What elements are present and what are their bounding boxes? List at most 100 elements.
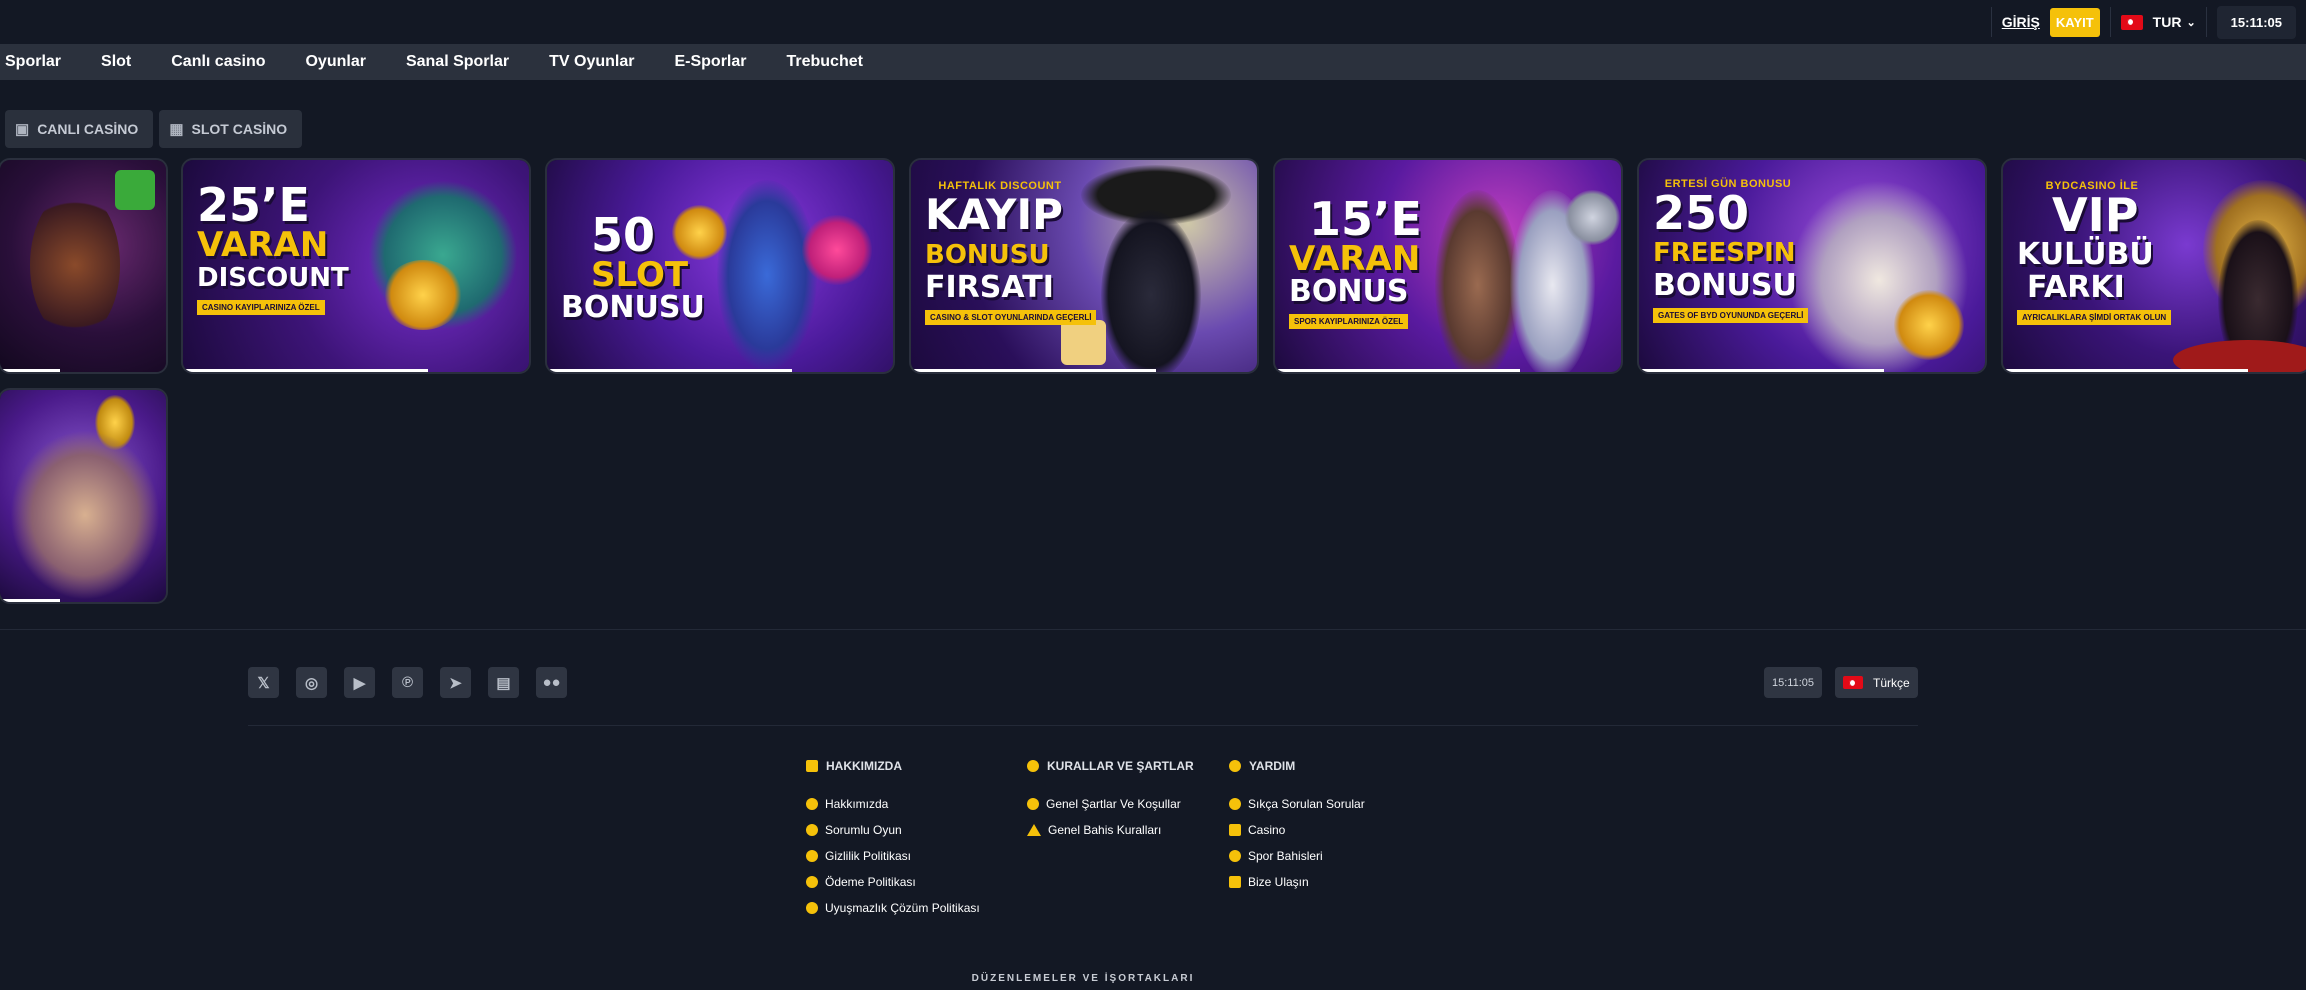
twitch-icon[interactable]: ▤: [488, 667, 519, 698]
footer-column-rules: KURALLAR VE ŞARTLAR Genel Şartlar Ve Koş…: [1027, 759, 1194, 843]
footer-link-spor-bahisleri[interactable]: Spor Bahisleri: [1229, 843, 1365, 869]
login-link[interactable]: GİRİŞ: [2002, 14, 2040, 30]
x-icon[interactable]: 𝕏: [248, 667, 279, 698]
book-icon: [806, 760, 818, 772]
footer-column-about: HAKKIMIZDA Hakkımızda Sorumlu Oyun Gizli…: [806, 759, 980, 921]
info-icon: [806, 798, 818, 810]
footer-link-bahis-kurallari[interactable]: Genel Bahis Kuralları: [1027, 817, 1194, 843]
divider: [2109, 7, 2111, 37]
carousel-progress: [2003, 369, 2248, 372]
nav-item-e-sporlar[interactable]: E-Sporlar: [674, 53, 746, 71]
footer-link-genel-sartlar[interactable]: Genel Şartlar Ve Koşullar: [1027, 791, 1194, 817]
coin-icon: [806, 876, 818, 888]
promo-text: 25’E VARAN DISCOUNT CASINO KAYIPLARINIZA…: [197, 182, 397, 315]
column-heading: YARDIM: [1229, 759, 1365, 773]
nav-item-oyunlar[interactable]: Oyunlar: [305, 53, 365, 71]
column-title: KURALLAR VE ŞARTLAR: [1047, 759, 1194, 773]
column-heading: HAKKIMIZDA: [806, 759, 980, 773]
nav-item-sanal-sporlar[interactable]: Sanal Sporlar: [406, 53, 509, 71]
currency-label: TUR: [2152, 14, 2182, 30]
currency-selector[interactable]: TUR ⌄: [2120, 14, 2196, 30]
column-title: HAKKIMIZDA: [826, 759, 902, 773]
chevron-down-icon: ⌄: [2186, 16, 2196, 29]
promo-subline: SLOT: [591, 255, 689, 295]
footer-column-help: YARDIM Sıkça Sorulan Sorular Casino Spor…: [1229, 759, 1365, 895]
promo-subline: FREESPIN: [1653, 238, 1796, 268]
promo-title: BONUSU: [1653, 268, 1797, 303]
promo-subline: BONUSU: [925, 240, 1050, 270]
nav-item-slot[interactable]: Slot: [101, 53, 131, 71]
promo-headline: 25’E: [197, 178, 310, 232]
footer-link-odeme[interactable]: Ödeme Politikası: [806, 869, 980, 895]
promo-headline: KAYIP: [925, 190, 1063, 239]
football-image: [1565, 190, 1620, 245]
footer-link-sss[interactable]: Sıkça Sorulan Sorular: [1229, 791, 1365, 817]
link-label: Hakkımızda: [825, 797, 889, 811]
link-label: Casino: [1248, 823, 1286, 837]
promo-title: BONUSU: [561, 290, 705, 325]
promo-text: 50 SLOT BONUSU: [561, 212, 761, 324]
info-icon: [1027, 760, 1039, 772]
top-bar: GİRİŞ KAYIT TUR ⌄ 15:11:05: [0, 0, 2306, 44]
pinterest-icon[interactable]: ℗: [392, 667, 423, 698]
promo-card-celebration[interactable]: [0, 388, 168, 604]
star-image: [802, 215, 872, 285]
header-clock: 15:11:05: [2216, 5, 2296, 39]
instagram-icon[interactable]: ◎: [296, 667, 327, 698]
footer-link-gizlilik[interactable]: Gizlilik Politikası: [806, 843, 980, 869]
divider: [1990, 7, 1992, 37]
carousel-progress: [1275, 369, 1520, 372]
promo-headline: 50: [591, 208, 656, 262]
turkey-flag-icon: [1843, 676, 1864, 689]
footer-link-uyusmazlik[interactable]: Uyuşmazlık Çözüm Politikası: [806, 895, 980, 921]
slot-casino-label: SLOT CASİNO: [191, 121, 288, 137]
promo-subline: VARAN: [1289, 239, 1421, 279]
warning-icon: [1027, 824, 1041, 836]
promo-card-loss-bonus[interactable]: HAFTALIK DISCOUNT KAYIP BONUSU FIRSATI C…: [909, 158, 1259, 374]
telegram-icon[interactable]: ➤: [440, 667, 471, 698]
nav-item-trebuchet[interactable]: Trebuchet: [786, 53, 862, 71]
footer-link-casino[interactable]: Casino: [1229, 817, 1365, 843]
info-icon: [1027, 798, 1039, 810]
promo-card-slot-bonus[interactable]: 50 SLOT BONUSU: [545, 158, 895, 374]
promo-card-freespin-bonus[interactable]: ERTESİ GÜN BONUSU 250 FREESPIN BONUSU GA…: [1637, 158, 1987, 374]
divider: [2205, 7, 2207, 37]
footer-link-hakkimizda[interactable]: Hakkımızda: [806, 791, 980, 817]
live-casino-label: CANLI CASİNO: [37, 121, 139, 137]
main-nav: Sporlar Slot Canlı casino Oyunlar Sanal …: [0, 44, 2306, 80]
nav-item-canli-casino[interactable]: Canlı casino: [171, 53, 265, 71]
promo-title: BONUS: [1289, 274, 1409, 309]
youtube-icon[interactable]: ▶: [344, 667, 375, 698]
footer-clock: 15:11:05: [1764, 667, 1823, 698]
promo-card-sports-bonus[interactable]: 15’E VARAN BONUS SPOR KAYIPLARINIZA ÖZEL: [1273, 158, 1623, 374]
footer-link-sorumlu-oyun[interactable]: Sorumlu Oyun: [806, 817, 980, 843]
promo-text: HAFTALIK DISCOUNT KAYIP BONUSU FIRSATI C…: [925, 180, 1125, 325]
handshake-icon: [806, 902, 818, 914]
promo-text: 15’E VARAN BONUS SPOR KAYIPLARINIZA ÖZEL: [1289, 196, 1489, 329]
promo-text: BYDCASINO İLE VIP KULÜBÜ FARKI AYRICALIK…: [2017, 180, 2217, 325]
carousel-progress: [0, 369, 60, 372]
live-casino-filter-button[interactable]: ▣ CANLI CASİNO: [5, 110, 154, 148]
carousel-progress: [1639, 369, 1884, 372]
link-label: Genel Şartlar Ve Koşullar: [1046, 797, 1181, 811]
link-label: Sıkça Sorulan Sorular: [1248, 797, 1365, 811]
top-bar-actions: GİRİŞ KAYIT TUR ⌄ 15:11:05: [1981, 0, 2306, 44]
promo-card-vip-club[interactable]: BYDCASINO İLE VIP KULÜBÜ FARKI AYRICALIK…: [2001, 158, 2306, 374]
medium-icon[interactable]: ●●: [536, 667, 567, 698]
promo-caption: SPOR KAYIPLARINIZA ÖZEL: [1289, 314, 1409, 329]
star-icon: [806, 824, 818, 836]
promo-card-casino-king[interactable]: [0, 158, 168, 374]
gift-box-image: [115, 170, 155, 210]
nav-item-tv-oyunlar[interactable]: TV Oyunlar: [549, 53, 634, 71]
promo-caption: AYRICALIKLARA ŞİMDİ ORTAK OLUN: [2017, 310, 2172, 325]
promo-card-casino-discount[interactable]: 25’E VARAN DISCOUNT CASINO KAYIPLARINIZA…: [181, 158, 531, 374]
slot-casino-filter-button[interactable]: ▦ SLOT CASİNO: [159, 110, 303, 148]
promo-subline: KULÜBÜ: [2017, 237, 2154, 272]
nav-item-sporlar[interactable]: Sporlar: [5, 53, 61, 71]
column-title: YARDIM: [1249, 759, 1296, 773]
register-button[interactable]: KAYIT: [2049, 7, 2100, 37]
footer-link-bize-ulasin[interactable]: Bize Ulaşın: [1229, 869, 1365, 895]
promo-subline: VARAN: [197, 225, 329, 265]
link-label: Bize Ulaşın: [1248, 875, 1309, 889]
language-selector[interactable]: Türkçe: [1835, 667, 1918, 698]
